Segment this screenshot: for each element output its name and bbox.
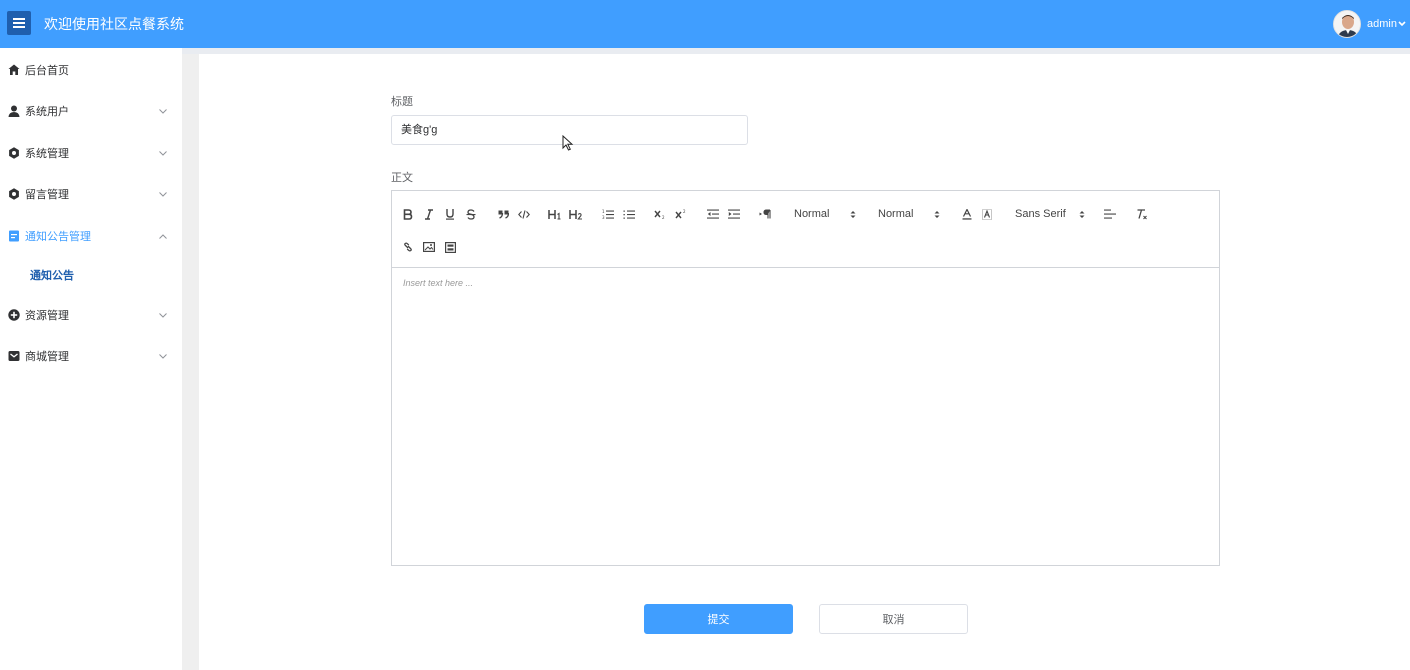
app-title: 欢迎使用社区点餐系统	[44, 16, 184, 32]
rich-text-editor: 13 2 2 Normal Normal Sans Serif Insert t…	[391, 190, 1220, 566]
sidebar-item-message-management[interactable]: 留言管理	[0, 174, 182, 214]
header-shadow	[0, 48, 1410, 54]
header-select-value: Normal	[794, 208, 830, 220]
font-color-button[interactable]	[962, 205, 972, 223]
select-arrows-icon	[850, 210, 856, 218]
sidebar-item-system-management[interactable]: 系统管理	[0, 133, 182, 173]
size-select[interactable]: Normal	[878, 205, 948, 223]
sidebar-divider	[182, 54, 199, 670]
outdent-button[interactable]	[707, 205, 719, 223]
body-label: 正文	[391, 172, 413, 184]
strike-button[interactable]	[465, 205, 477, 223]
video-button[interactable]	[444, 238, 456, 256]
header-select[interactable]: Normal	[794, 205, 864, 223]
editor-toolbar: 13 2 2 Normal Normal Sans Serif	[392, 191, 1219, 268]
sidebar-item-label: 留言管理	[25, 189, 69, 201]
gear-icon	[8, 147, 20, 159]
document-icon	[8, 230, 20, 242]
sidebar-item-label: 资源管理	[25, 310, 69, 322]
underline-button[interactable]	[444, 205, 456, 223]
subscript-button[interactable]: 2	[654, 205, 666, 223]
background-color-button[interactable]	[982, 205, 992, 223]
chevron-up-icon	[158, 231, 168, 241]
font-select-value: Sans Serif	[1015, 208, 1066, 220]
indent-button[interactable]	[728, 205, 740, 223]
avatar[interactable]	[1333, 10, 1362, 38]
link-button[interactable]	[402, 238, 414, 256]
bullet-list-button[interactable]	[623, 205, 635, 223]
header1-button[interactable]	[548, 205, 562, 223]
sidebar-item-system-users[interactable]: 系统用户	[0, 91, 182, 131]
svg-text:2: 2	[683, 209, 686, 214]
sidebar-item-label: 后台首页	[25, 65, 69, 77]
sidebar-item-label: 系统管理	[25, 148, 69, 160]
chevron-down-icon	[158, 148, 168, 158]
home-icon	[8, 64, 20, 76]
plus-circle-icon	[8, 309, 20, 321]
size-select-value: Normal	[878, 208, 914, 220]
title-label: 标题	[391, 96, 413, 108]
italic-button[interactable]	[423, 205, 435, 223]
user-icon	[8, 105, 20, 117]
image-button[interactable]	[423, 238, 435, 256]
sidebar-subitem-notice[interactable]: 通知公告	[0, 255, 182, 295]
submit-button[interactable]: 提交	[644, 604, 793, 634]
sidebar-item-label: 系统用户	[25, 106, 69, 118]
chevron-down-icon	[158, 310, 168, 320]
user-menu[interactable]: admin	[1333, 9, 1406, 39]
align-button[interactable]	[1104, 205, 1116, 223]
gear-icon	[8, 188, 20, 200]
sidebar-item-resource-management[interactable]: 资源管理	[0, 295, 182, 335]
blockquote-button[interactable]	[497, 205, 509, 223]
username[interactable]: admin	[1367, 18, 1397, 30]
editor-placeholder[interactable]: Insert text here ...	[403, 278, 473, 288]
sidebar-item-notice-management[interactable]: 通知公告管理	[0, 216, 182, 256]
chevron-down-icon[interactable]	[1398, 21, 1406, 27]
svg-text:1: 1	[602, 209, 605, 214]
sidebar-item-mall-management[interactable]: 商城管理	[0, 336, 182, 376]
chevron-down-icon	[158, 106, 168, 116]
header2-button[interactable]	[569, 205, 583, 223]
superscript-button[interactable]: 2	[675, 205, 687, 223]
mail-icon	[8, 350, 20, 362]
sidebar-item-label: 通知公告管理	[25, 231, 91, 243]
chevron-down-icon	[158, 189, 168, 199]
clear-format-button[interactable]	[1136, 205, 1148, 223]
hamburger-icon	[13, 18, 25, 28]
code-block-button[interactable]	[518, 205, 530, 223]
svg-text:3: 3	[602, 215, 605, 220]
font-select[interactable]: Sans Serif	[1015, 205, 1095, 223]
sidebar-subitem-label: 通知公告	[30, 270, 74, 282]
sidebar-item-home[interactable]: 后台首页	[0, 50, 182, 90]
select-arrows-icon	[934, 210, 940, 218]
mouse-cursor-icon	[562, 135, 574, 151]
rtl-direction-button[interactable]	[759, 205, 771, 223]
top-header: 欢迎使用社区点餐系统 admin	[0, 0, 1410, 48]
ordered-list-button[interactable]: 13	[602, 205, 614, 223]
bold-button[interactable]	[402, 205, 414, 223]
menu-toggle-button[interactable]	[7, 11, 31, 35]
chevron-down-icon	[158, 351, 168, 361]
svg-text:2: 2	[662, 215, 665, 219]
sidebar-item-label: 商城管理	[25, 351, 69, 363]
cancel-button[interactable]: 取消	[819, 604, 968, 634]
select-arrows-icon	[1079, 210, 1085, 218]
